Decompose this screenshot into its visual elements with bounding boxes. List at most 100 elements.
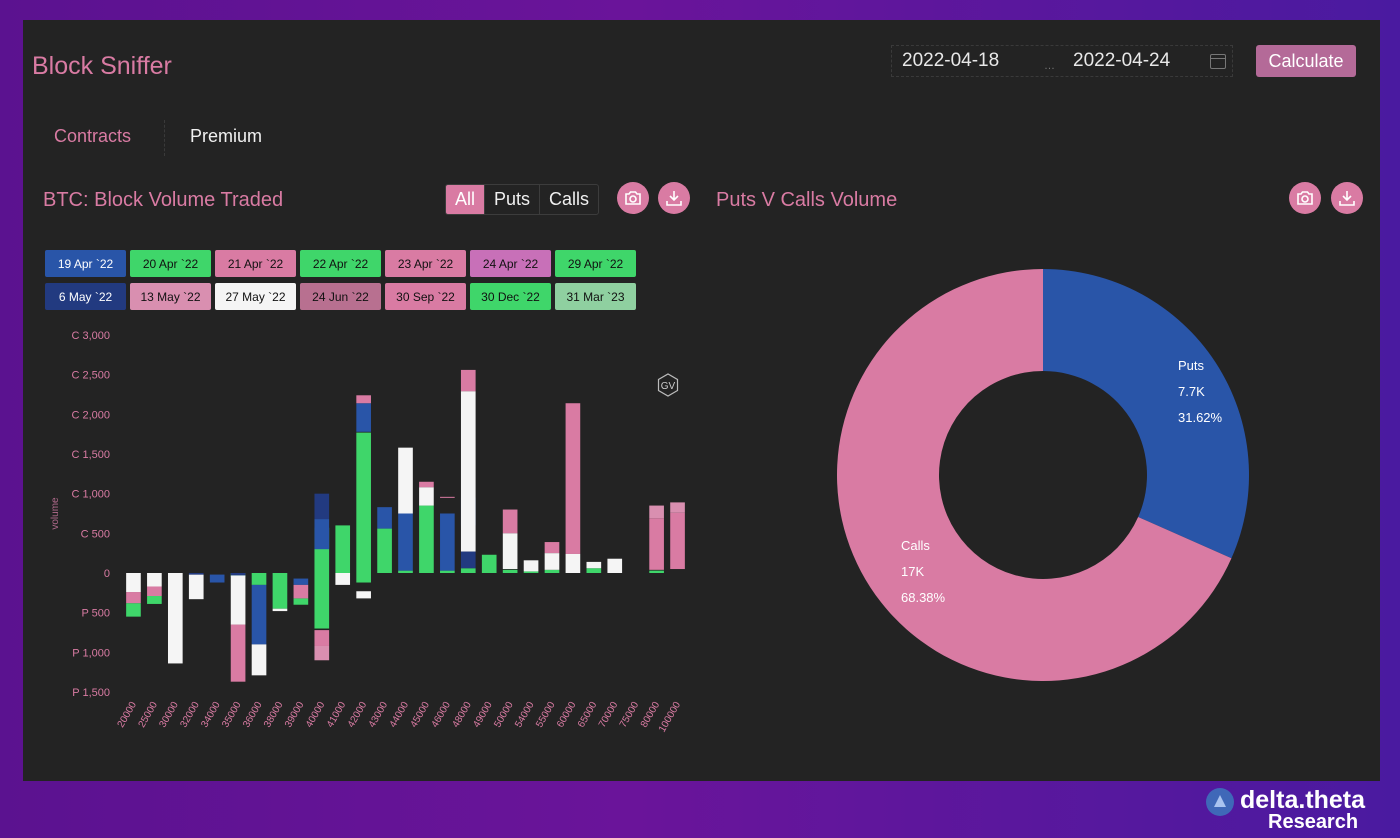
- bar-segment[interactable]: [523, 560, 539, 572]
- legend-item[interactable]: 23 Apr `22: [385, 250, 466, 277]
- bar-segment[interactable]: [670, 512, 685, 570]
- bar-segment[interactable]: [126, 603, 141, 617]
- bar-segment[interactable]: [460, 369, 476, 392]
- calendar-icon[interactable]: [1210, 54, 1226, 69]
- legend-item[interactable]: 30 Dec `22: [470, 283, 551, 310]
- bar-segment[interactable]: [377, 528, 392, 573]
- bar-segment[interactable]: [147, 573, 162, 587]
- donut-label-calls: Calls: [901, 538, 930, 553]
- legend-item[interactable]: 21 Apr `22: [215, 250, 296, 277]
- bar-segment[interactable]: [230, 573, 246, 576]
- bar-segment[interactable]: [565, 403, 581, 554]
- bar-segment[interactable]: [272, 573, 288, 609]
- bar-segment[interactable]: [460, 391, 476, 552]
- bar-segment[interactable]: [293, 584, 309, 599]
- bar-segment[interactable]: [356, 403, 371, 432]
- tab-premium[interactable]: Premium: [190, 126, 262, 147]
- bar-segment[interactable]: [460, 551, 476, 569]
- bar-segment[interactable]: [607, 558, 623, 573]
- bar-segment[interactable]: [565, 553, 581, 573]
- date-from-input[interactable]: 2022-04-18: [902, 50, 999, 72]
- legend-item[interactable]: 24 Jun `22: [300, 283, 381, 310]
- delta-theta-logo-icon: [1206, 788, 1234, 816]
- camera-button-right[interactable]: [1289, 182, 1321, 214]
- legend-item[interactable]: 27 May `22: [215, 283, 296, 310]
- bar-segment[interactable]: [356, 432, 371, 583]
- bar-segment[interactable]: [314, 645, 330, 661]
- bar-segment[interactable]: [377, 507, 392, 529]
- download-button-right[interactable]: [1331, 182, 1363, 214]
- legend-item[interactable]: 20 Apr `22: [130, 250, 211, 277]
- bar-segment[interactable]: [272, 608, 288, 612]
- bar-segment[interactable]: [230, 624, 246, 682]
- bar-segment[interactable]: [147, 586, 162, 597]
- legend-item[interactable]: 22 Apr `22: [300, 250, 381, 277]
- bar-segment[interactable]: [293, 598, 309, 605]
- bar-segment[interactable]: [440, 496, 455, 498]
- bar-segment[interactable]: [251, 644, 267, 676]
- camera-button-left[interactable]: [617, 182, 649, 214]
- x-tick-label: 45000: [409, 700, 433, 730]
- app-title: Block Sniffer: [32, 52, 172, 80]
- bar-segment[interactable]: [356, 591, 371, 599]
- bar-segment[interactable]: [419, 487, 434, 506]
- bar-segment[interactable]: [586, 568, 602, 573]
- bar-segment[interactable]: [649, 518, 664, 570]
- bar-segment[interactable]: [398, 570, 413, 573]
- bar-segment[interactable]: [544, 569, 560, 573]
- bar-segment[interactable]: [335, 525, 351, 573]
- bar-segment[interactable]: [314, 519, 330, 550]
- date-to-input[interactable]: 2022-04-24: [1073, 50, 1170, 72]
- legend-item[interactable]: 31 Mar `23: [555, 283, 636, 310]
- bar-segment[interactable]: [586, 561, 602, 569]
- app-window: Block Sniffer 2022-04-18 … 2022-04-24 Ca…: [23, 20, 1380, 781]
- bar-segment[interactable]: [649, 505, 664, 519]
- bar-segment[interactable]: [126, 592, 141, 604]
- bar-segment[interactable]: [481, 554, 497, 573]
- filter-all-button[interactable]: All: [446, 185, 485, 214]
- bar-segment[interactable]: [502, 569, 518, 573]
- filter-calls-button[interactable]: Calls: [539, 185, 598, 214]
- bar-segment[interactable]: [251, 573, 267, 585]
- bar-segment[interactable]: [209, 574, 225, 583]
- tab-contracts[interactable]: Contracts: [54, 126, 131, 147]
- bar-segment[interactable]: [251, 584, 267, 645]
- legend-item[interactable]: 19 Apr `22: [45, 250, 126, 277]
- bar-segment[interactable]: [147, 596, 162, 604]
- date-range-picker[interactable]: 2022-04-18 … 2022-04-24: [891, 45, 1233, 77]
- bar-segment[interactable]: [649, 570, 664, 573]
- bar-segment[interactable]: [440, 513, 455, 571]
- bar-segment[interactable]: [544, 553, 560, 570]
- bar-segment[interactable]: [335, 573, 351, 585]
- bar-segment[interactable]: [419, 481, 434, 488]
- bar-segment[interactable]: [188, 574, 204, 600]
- bar-segment[interactable]: [544, 542, 560, 554]
- bar-segment[interactable]: [460, 568, 476, 573]
- bar-segment[interactable]: [314, 493, 330, 520]
- bar-segment[interactable]: [440, 570, 455, 573]
- legend-item[interactable]: 13 May `22: [130, 283, 211, 310]
- legend-item[interactable]: 24 Apr `22: [470, 250, 551, 277]
- bar-segment[interactable]: [167, 573, 183, 664]
- download-button-left[interactable]: [658, 182, 690, 214]
- calculate-button[interactable]: Calculate: [1256, 45, 1356, 77]
- bar-segment[interactable]: [502, 533, 518, 570]
- bar-segment[interactable]: [314, 630, 330, 646]
- bar-segment[interactable]: [230, 575, 246, 625]
- bar-segment[interactable]: [502, 509, 518, 534]
- bar-segment[interactable]: [293, 578, 309, 585]
- filter-segmented-control[interactable]: All Puts Calls: [445, 184, 600, 215]
- bar-segment[interactable]: [523, 571, 539, 573]
- bar-segment[interactable]: [398, 447, 413, 514]
- legend-item[interactable]: 30 Sep `22: [385, 283, 466, 310]
- bar-segment[interactable]: [356, 395, 371, 404]
- bar-segment[interactable]: [126, 573, 141, 593]
- bar-segment[interactable]: [670, 502, 685, 513]
- bar-segment[interactable]: [188, 573, 204, 575]
- legend-item[interactable]: 29 Apr `22: [555, 250, 636, 277]
- legend-item[interactable]: 6 May `22: [45, 283, 126, 310]
- bar-segment[interactable]: [398, 513, 413, 571]
- filter-puts-button[interactable]: Puts: [484, 185, 539, 214]
- y-tick-label: 0: [104, 568, 110, 580]
- bar-segment[interactable]: [419, 505, 434, 573]
